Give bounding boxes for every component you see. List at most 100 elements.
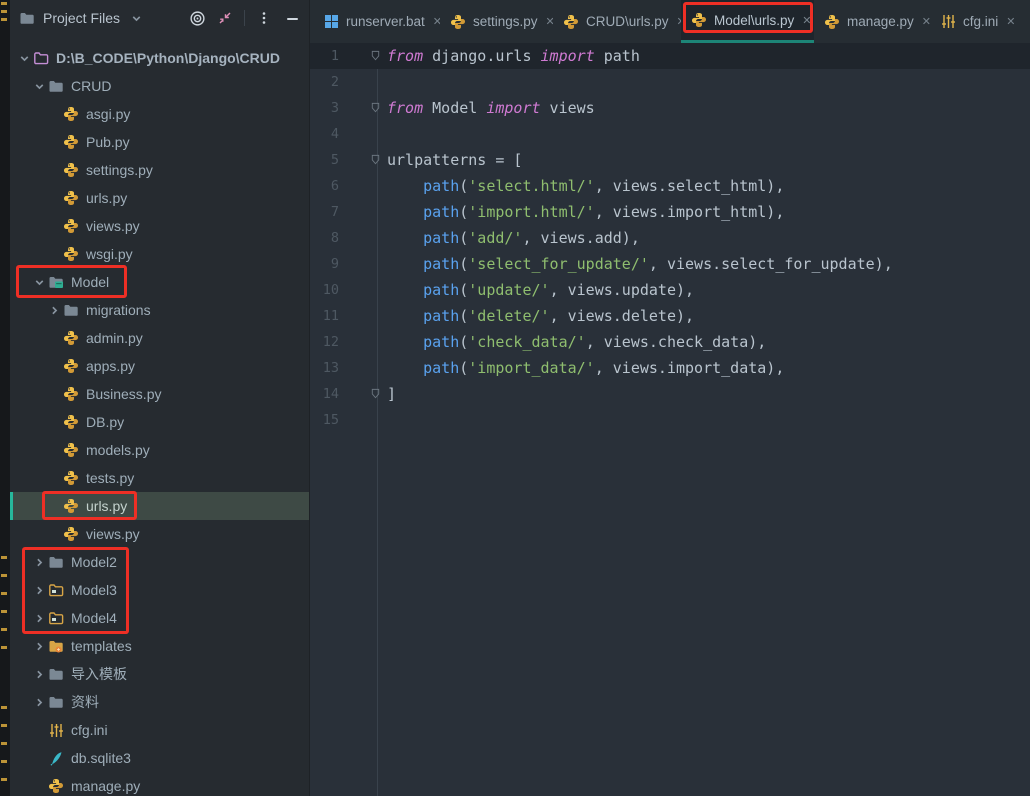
python-icon <box>62 245 80 263</box>
chevron-right-icon[interactable] <box>31 668 47 681</box>
tree-item-label: CRUD <box>71 78 111 94</box>
fold-marker-icon[interactable] <box>370 50 381 61</box>
tree-item-cfg-ini[interactable]: cfg.ini <box>10 716 309 744</box>
token-text: , views.select_html), <box>595 177 785 195</box>
code-line-13[interactable]: 13 path('import_data/', views.import_dat… <box>310 355 1030 381</box>
tree-item-migrations[interactable]: migrations <box>10 296 309 324</box>
folder-icon <box>47 693 65 711</box>
close-icon[interactable]: ✕ <box>922 15 930 28</box>
code-line-10[interactable]: 10 path('update/', views.update), <box>310 277 1030 303</box>
tree-item-models-py[interactable]: models.py <box>10 436 309 464</box>
close-icon[interactable]: ✕ <box>433 15 440 28</box>
fold-marker-icon[interactable] <box>370 154 381 165</box>
tree-item-views-py[interactable]: views.py <box>10 520 309 548</box>
tree-item-label: D:\B_CODE\Python\Django\CRUD <box>56 50 280 66</box>
chevron-right-icon[interactable] <box>31 640 47 653</box>
chevron-right-icon[interactable] <box>31 556 47 569</box>
chevron-right-icon[interactable] <box>31 696 47 709</box>
tab-model-urls-py[interactable]: Model\urls.py✕ <box>681 0 814 43</box>
tree-item-db-py[interactable]: DB.py <box>10 408 309 436</box>
token-text: , views.import_data), <box>595 359 785 377</box>
more-options-icon[interactable] <box>255 9 273 27</box>
code-line-6[interactable]: 6 path('select.html/', views.select_html… <box>310 173 1030 199</box>
folder-icon <box>18 9 36 27</box>
code-line-3[interactable]: 3from Model import views <box>310 95 1030 121</box>
tree-item-wsgi-py[interactable]: wsgi.py <box>10 240 309 268</box>
tab-settings-py[interactable]: settings.py ✕ <box>440 0 553 43</box>
tree-item-tests-py[interactable]: tests.py <box>10 464 309 492</box>
chevron-right-icon[interactable] <box>31 584 47 597</box>
fold-marker-icon[interactable] <box>370 102 381 113</box>
chevron-down-icon[interactable] <box>16 52 32 65</box>
tree-item-views-py[interactable]: views.py <box>10 212 309 240</box>
tree-item-urls-py[interactable]: urls.py <box>10 492 309 520</box>
close-icon[interactable]: ✕ <box>1006 15 1015 28</box>
collapse-icon[interactable] <box>216 9 234 27</box>
tree-item-pub-py[interactable]: Pub.py <box>10 128 309 156</box>
hide-icon[interactable] <box>283 9 301 27</box>
token-string: 'import.html/' <box>468 203 594 221</box>
tab-cfg-ini[interactable]: cfg.ini✕ <box>930 0 1025 43</box>
code-line-8[interactable]: 8 path('add/', views.add), <box>310 225 1030 251</box>
tree-item-templates[interactable]: templates <box>10 632 309 660</box>
token-text: , views.import_html), <box>595 203 785 221</box>
code-line-11[interactable]: 11 path('delete/', views.delete), <box>310 303 1030 329</box>
chevron-right-icon[interactable] <box>46 304 62 317</box>
code-line-9[interactable]: 9 path('select_for_update/', views.selec… <box>310 251 1030 277</box>
tree-item-asgi-py[interactable]: asgi.py <box>10 100 309 128</box>
tree-item-导入模板[interactable]: 导入模板 <box>10 660 309 688</box>
locate-target-icon[interactable] <box>188 9 206 27</box>
code-line-1[interactable]: 1 from django.urls import path <box>310 43 1030 69</box>
token-text: ( <box>459 333 468 351</box>
chevron-right-icon[interactable] <box>31 612 47 625</box>
token-text: , views.update), <box>550 281 695 299</box>
tree-item-label: apps.py <box>86 358 135 374</box>
project-files-dropdown[interactable]: Project Files <box>18 9 145 27</box>
token-text: ( <box>459 203 468 221</box>
code-line-2[interactable]: 2 <box>310 69 1030 95</box>
tree-item-business-py[interactable]: Business.py <box>10 380 309 408</box>
close-icon[interactable]: ✕ <box>546 15 553 28</box>
code-line-7[interactable]: 7 path('import.html/', views.import_html… <box>310 199 1030 225</box>
token-keyword: import <box>541 47 595 65</box>
tree-item-crud[interactable]: CRUD <box>10 72 309 100</box>
tree-item-urls-py[interactable]: urls.py <box>10 184 309 212</box>
code-text: path('select.html/', views.select_html), <box>387 177 784 195</box>
token-function: path <box>423 333 459 351</box>
tab-crud-urls-py[interactable]: CRUD\urls.py✕ <box>553 0 681 43</box>
code-editor[interactable]: 1 from django.urls import path 23from Mode… <box>310 43 1030 796</box>
line-number: 10 <box>310 282 377 298</box>
tree-item-model[interactable]: Model <box>10 268 309 296</box>
tree-item-admin-py[interactable]: admin.py <box>10 324 309 352</box>
close-icon[interactable]: ✕ <box>802 14 811 27</box>
tree-item-资料[interactable]: 资料 <box>10 688 309 716</box>
tree-item-label: models.py <box>86 442 150 458</box>
chevron-down-icon[interactable] <box>31 276 47 289</box>
code-text: from django.urls import path <box>387 47 640 65</box>
code-line-12[interactable]: 12 path('check_data/', views.check_data)… <box>310 329 1030 355</box>
line-number: 1 <box>310 48 377 64</box>
tree-item-manage-py[interactable]: manage.py <box>10 772 309 796</box>
tab-runserver-bat[interactable]: runserver.bat✕ <box>313 0 440 43</box>
chevron-down-icon[interactable] <box>31 80 47 93</box>
code-line-5[interactable]: 5urlpatterns = [ <box>310 147 1030 173</box>
code-line-14[interactable]: 14] <box>310 381 1030 407</box>
line-number: 14 <box>310 386 377 402</box>
fold-marker-icon[interactable] <box>370 388 381 399</box>
tree-item-d-b-code-python-django-crud[interactable]: D:\B_CODE\Python\Django\CRUD <box>10 44 309 72</box>
code-line-15[interactable]: 15 <box>310 407 1030 433</box>
token-text: ( <box>459 307 468 325</box>
tree-item-model3[interactable]: Model3 <box>10 576 309 604</box>
tab-label: settings.py <box>473 14 538 29</box>
line-number: 3 <box>310 100 377 116</box>
token-text <box>387 359 423 377</box>
tree-item-model4[interactable]: Model4 <box>10 604 309 632</box>
code-text: path('check_data/', views.check_data), <box>387 333 766 351</box>
tree-item-db-sqlite3[interactable]: db.sqlite3 <box>10 744 309 772</box>
folder-model-icon <box>47 273 65 291</box>
tree-item-model2[interactable]: Model2 <box>10 548 309 576</box>
tree-item-settings-py[interactable]: settings.py <box>10 156 309 184</box>
tree-item-apps-py[interactable]: apps.py <box>10 352 309 380</box>
tab-manage-py[interactable]: manage.py✕ <box>814 0 930 43</box>
code-line-4[interactable]: 4 <box>310 121 1030 147</box>
